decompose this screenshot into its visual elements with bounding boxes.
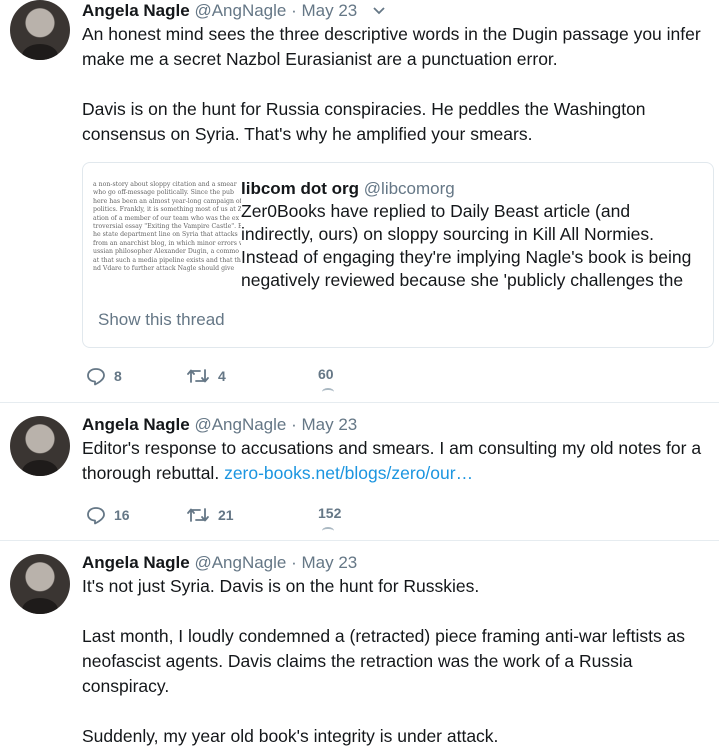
- separator-dot: ·: [291, 1, 297, 20]
- reply-button[interactable]: 16: [86, 505, 130, 525]
- avatar[interactable]: [10, 0, 70, 60]
- quote-text: Zer0Books have replied to Daily Beast ar…: [241, 201, 692, 290]
- author-handle[interactable]: @AngNagle: [194, 1, 286, 20]
- thumb-line: politics. Frankly, it is something most …: [93, 206, 241, 214]
- thumb-line: he state department line on Syria that a…: [93, 231, 238, 239]
- like-button[interactable]: 60: [318, 366, 334, 390]
- tweet-date[interactable]: May 23: [302, 553, 358, 572]
- retweet-count: 4: [218, 368, 226, 384]
- thumb-line: a non-story about sloppy citation and a …: [93, 181, 237, 188]
- thumb-line: nd Vdare to further attack Nagle should …: [93, 265, 235, 273]
- tweet-text: It's not just Syria. Davis is on the hun…: [82, 576, 480, 596]
- thumb-line: troversial essay "Exiting the Vampire Ca…: [93, 223, 241, 231]
- tweet-date[interactable]: May 23: [302, 1, 358, 20]
- author-handle[interactable]: @AngNagle: [194, 415, 286, 434]
- author-name[interactable]: Angela Nagle: [82, 415, 190, 434]
- quote-thumbnail[interactable]: a non-story about sloppy citation and a …: [93, 181, 241, 285]
- quote-author-handle[interactable]: @libcomorg: [364, 179, 455, 198]
- like-count: 152: [318, 505, 342, 521]
- tweet-header: Angela Nagle @AngNagle · May 23: [82, 0, 711, 22]
- tweet: Angela Nagle @AngNagle · May 23 It's not…: [0, 541, 719, 755]
- quote-header: libcom dot org @libcomorg: [241, 177, 705, 200]
- show-thread-link[interactable]: Show this thread: [98, 310, 225, 330]
- retweet-button[interactable]: 4: [186, 366, 226, 386]
- tweet-text: Editor's response to accusations and sme…: [82, 436, 711, 486]
- thumb-line: who go off-message politically. Since th…: [93, 189, 234, 197]
- quote-body: libcom dot org @libcomorg Zer0Books have…: [241, 177, 705, 292]
- quote-author-name[interactable]: libcom dot org: [241, 179, 359, 198]
- avatar[interactable]: [10, 554, 70, 614]
- like-count: 60: [318, 366, 334, 382]
- tweet-header: Angela Nagle @AngNagle · May 23: [82, 414, 711, 436]
- avatar[interactable]: [10, 416, 70, 476]
- retweet-icon: [187, 508, 209, 522]
- tweet-link[interactable]: zero-books.net/blogs/zero/our…: [224, 463, 473, 483]
- like-button[interactable]: 152: [318, 505, 342, 529]
- separator-dot: ·: [291, 415, 297, 434]
- retweet-icon: [187, 369, 209, 383]
- reply-count: 16: [114, 507, 130, 523]
- tweet-text: Last month, I loudly condemned a (retrac…: [82, 626, 686, 696]
- tweet: Angela Nagle @AngNagle · May 23 An hones…: [0, 0, 719, 403]
- thumb-line: here has been an almost year-long campai…: [93, 197, 241, 205]
- retweet-count: 21: [218, 507, 234, 523]
- separator-dot: ·: [291, 553, 297, 572]
- reply-icon: [87, 368, 105, 386]
- author-name[interactable]: Angela Nagle: [82, 1, 190, 20]
- tweet-date[interactable]: May 23: [302, 415, 358, 434]
- reply-button[interactable]: 8: [86, 366, 122, 386]
- thumb-line: from an anarchist blog, in which minor e…: [93, 239, 241, 247]
- thumb-line: at that such a media pipeline exists and…: [93, 256, 241, 264]
- quoted-tweet[interactable]: a non-story about sloppy citation and a …: [82, 162, 714, 348]
- author-handle[interactable]: @AngNagle: [194, 553, 286, 572]
- thumb-line: ussian philosopher Alexander Dugin, a co…: [93, 248, 239, 256]
- tweet-header: Angela Nagle @AngNagle · May 23: [82, 552, 711, 574]
- chevron-down-icon[interactable]: [372, 4, 386, 18]
- tweet: Angela Nagle @AngNagle · May 23 Editor's…: [0, 403, 719, 541]
- tweet-text: Suddenly, my year old book's integrity i…: [82, 726, 499, 746]
- tweet-text: An honest mind sees the three descriptiv…: [82, 24, 701, 69]
- tweet-text: Davis is on the hunt for Russia conspira…: [82, 99, 646, 144]
- thumb-line: ation of a member of our team who was th…: [93, 214, 240, 222]
- author-name[interactable]: Angela Nagle: [82, 553, 190, 572]
- retweet-button[interactable]: 21: [186, 505, 234, 525]
- reply-count: 8: [114, 368, 122, 384]
- reply-icon: [87, 507, 105, 525]
